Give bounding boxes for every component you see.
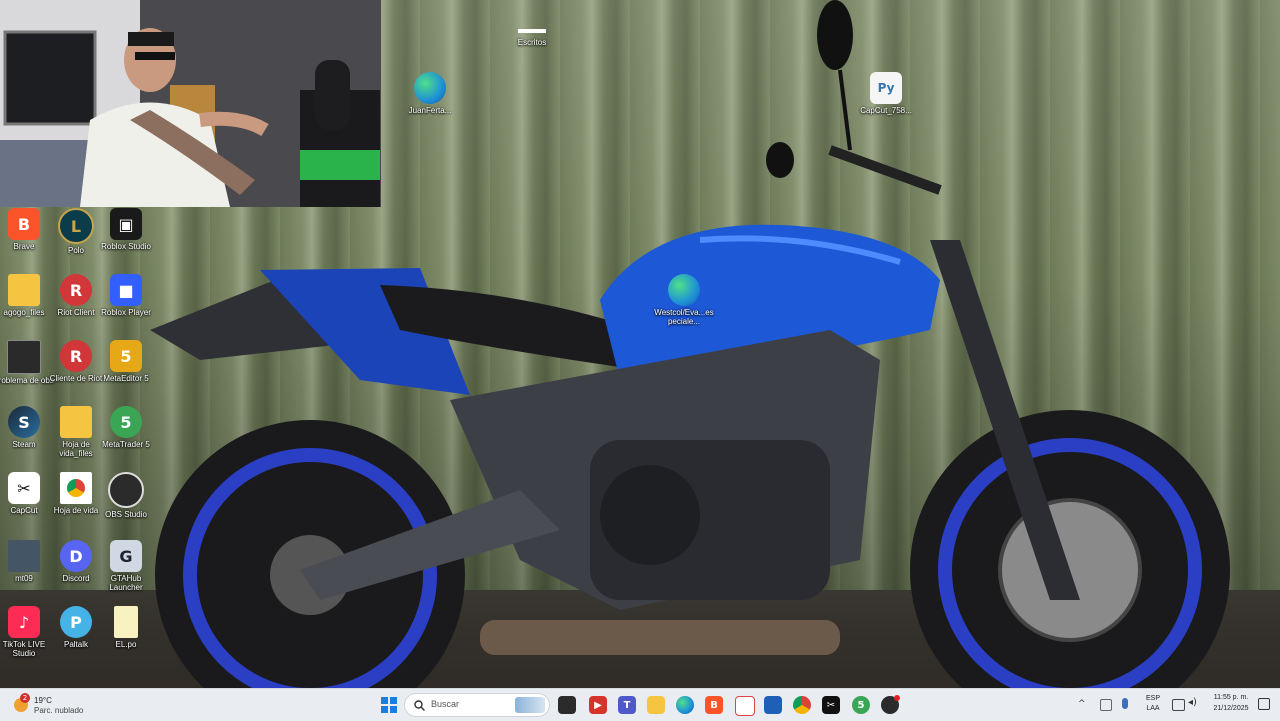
- search-icon: [414, 700, 425, 711]
- text-file-icon: [114, 606, 138, 638]
- python-file-icon: Py: [870, 72, 902, 104]
- microphone-icon[interactable]: [1122, 698, 1128, 709]
- blank-file-icon: [516, 26, 548, 36]
- discord-icon: D: [60, 540, 92, 572]
- notification-icon[interactable]: [1258, 698, 1270, 710]
- steam-icon: S: [8, 406, 40, 438]
- image-file-icon: [8, 540, 40, 572]
- task-view-icon[interactable]: [558, 696, 576, 714]
- calendar-icon[interactable]: [735, 696, 755, 716]
- weather-badge: 2: [20, 693, 30, 703]
- desktop-icon-label: Roblox Studio: [101, 242, 151, 251]
- desktop-icon-roblox-player[interactable]: ■ Roblox Player: [96, 274, 156, 317]
- clock-time[interactable]: 11:55 p. m.: [1205, 694, 1257, 701]
- capcut-icon[interactable]: ✂: [822, 696, 840, 714]
- recording-indicator: [894, 695, 900, 701]
- gtahub-icon: G: [110, 540, 142, 572]
- desktop-icon-gtahub[interactable]: G GTAHub Launcher: [96, 540, 156, 592]
- metaeditor-icon: 5: [110, 340, 142, 372]
- volume-icon[interactable]: ◂): [1188, 697, 1197, 708]
- screenshot-file-icon: [7, 340, 41, 374]
- metatrader-icon[interactable]: 5: [852, 696, 870, 714]
- desktop-icon-metaeditor[interactable]: 5 MetaEditor 5: [96, 340, 156, 383]
- chrome-file-icon: [60, 472, 92, 504]
- video-editor-icon[interactable]: ▶: [589, 696, 607, 714]
- network-icon[interactable]: [1172, 699, 1185, 711]
- capcut-icon: ✂: [8, 472, 40, 504]
- desktop-icon-escritos[interactable]: Escritos: [502, 26, 562, 47]
- desktop-icon-roblox-studio[interactable]: ▣ Roblox Studio: [96, 208, 156, 251]
- clock-date[interactable]: 21/12/2025: [1205, 705, 1257, 712]
- edge-icon: [414, 72, 446, 104]
- taskbar-search[interactable]: Buscar: [404, 693, 550, 717]
- webcam-overlay: [0, 0, 381, 207]
- file-explorer-icon[interactable]: [647, 696, 665, 714]
- desktop-icon-label: Westcol/Eva...especiale...: [654, 308, 714, 326]
- paltalk-icon: P: [60, 606, 92, 638]
- metatrader-icon: 5: [110, 406, 142, 438]
- taskbar: 2 19°C Parc. nublado Buscar ▶ T B ✂ 5 ^ …: [0, 688, 1280, 721]
- edge-icon: [668, 274, 700, 306]
- weather-temp: 19°C: [34, 696, 52, 705]
- roblox-studio-icon: ▣: [110, 208, 142, 240]
- brave-icon: B: [8, 208, 40, 240]
- desktop-icon-el-po[interactable]: EL.po: [96, 606, 156, 649]
- folder-icon: [60, 406, 92, 438]
- desktop-icon-label: Escritos: [517, 38, 547, 47]
- start-icon[interactable]: [380, 696, 398, 714]
- desktop-icon-label: GTAHub Launcher: [109, 574, 143, 592]
- desktop-icon-westcol[interactable]: Westcol/Eva...especiale...: [654, 274, 714, 326]
- league-icon: L: [58, 208, 94, 244]
- tiktok-icon: ♪: [8, 606, 40, 638]
- chevron-up-icon[interactable]: ^: [1078, 699, 1086, 709]
- store-icon[interactable]: [764, 696, 782, 714]
- roblox-icon: ■: [110, 274, 142, 306]
- brave-icon[interactable]: B: [705, 696, 723, 714]
- desktop-icon-obs[interactable]: OBS Studio: [96, 472, 156, 519]
- desktop-icon-label: OBS Studio: [105, 510, 147, 519]
- desktop-icon-capcut-file[interactable]: Py CapCut_758...: [856, 72, 916, 115]
- riot-icon: R: [60, 340, 92, 372]
- webcam-feed: [0, 0, 381, 207]
- obs-icon: [108, 472, 144, 508]
- folder-icon: [8, 274, 40, 306]
- search-placeholder: Buscar: [431, 699, 460, 709]
- desktop-icon-label: CapCut_758...: [860, 106, 912, 115]
- teams-icon[interactable]: T: [618, 696, 636, 714]
- language-line1[interactable]: ESP: [1142, 695, 1164, 702]
- desktop-icon-label: EL.po: [115, 640, 137, 649]
- desktop-icon-metatrader[interactable]: 5 MetaTrader 5: [96, 406, 156, 449]
- weather-widget[interactable]: 2 19°C Parc. nublado: [12, 693, 102, 717]
- chrome-icon[interactable]: [793, 696, 811, 714]
- desktop-icon-label: MetaEditor 5: [103, 374, 149, 383]
- desktop-icon-label: Roblox Player: [101, 308, 151, 317]
- search-highlight-icon: [515, 697, 545, 713]
- language-line2[interactable]: LAA: [1142, 705, 1164, 712]
- riot-icon: R: [60, 274, 92, 306]
- desktop-icon-label: JuanFerta...: [408, 106, 452, 115]
- tray-app-icon[interactable]: [1100, 699, 1112, 711]
- edge-icon[interactable]: [676, 696, 694, 714]
- desktop-icon-juanferta[interactable]: JuanFerta...: [400, 72, 460, 115]
- desktop-icon-label: MetaTrader 5: [102, 440, 150, 449]
- weather-condition: Parc. nublado: [34, 706, 84, 715]
